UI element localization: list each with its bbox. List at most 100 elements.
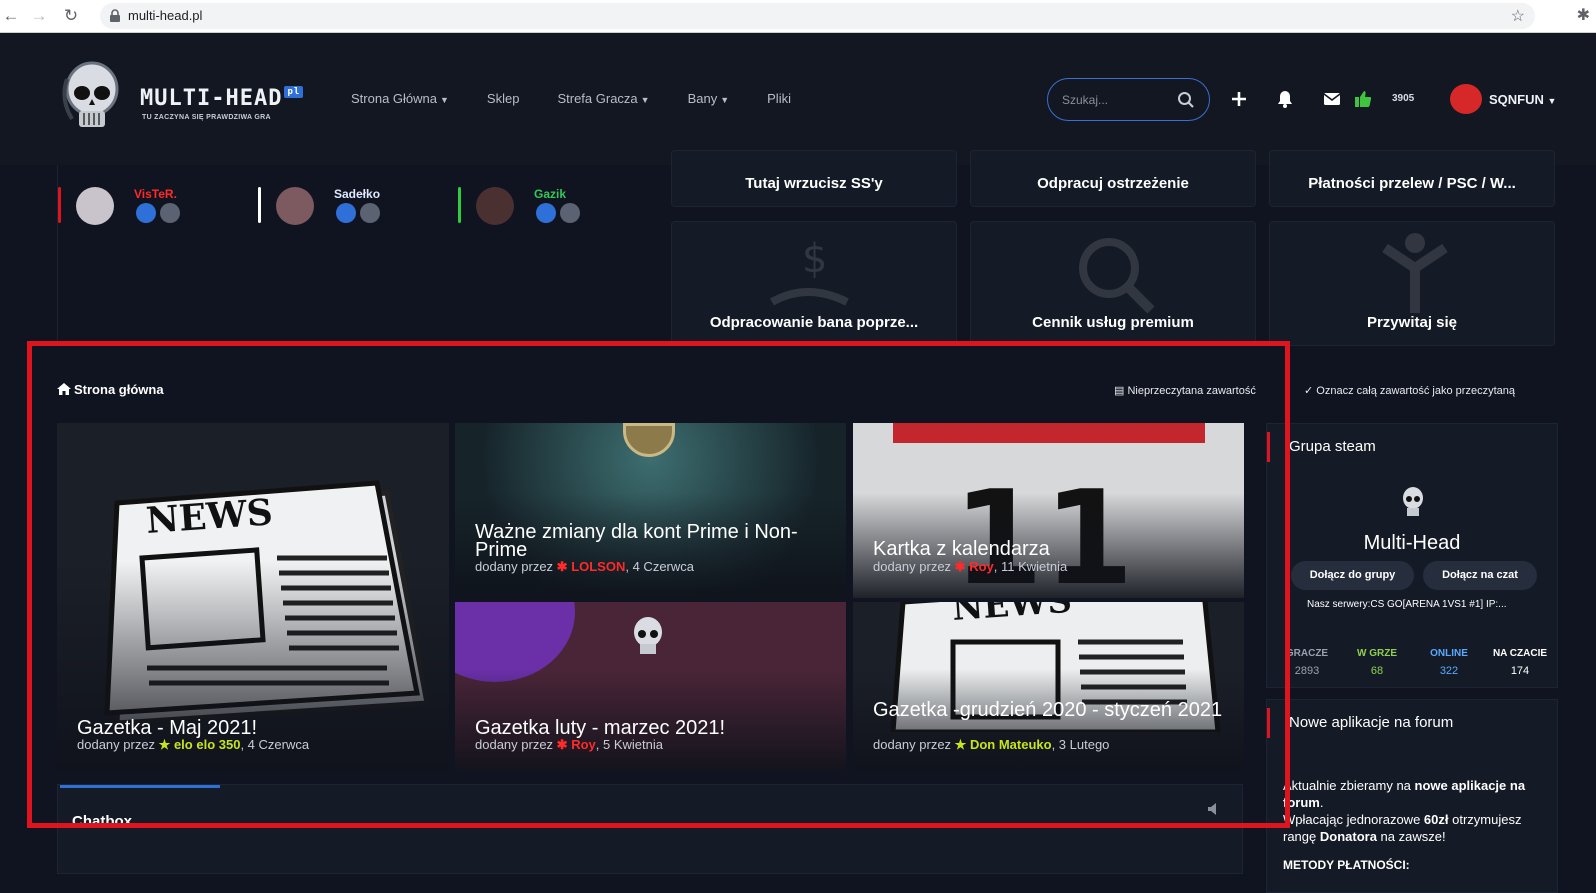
article-card[interactable]: 11 Kartka z kalendarza dodany przez ✱ Ro… <box>853 423 1244 598</box>
user-avatar[interactable] <box>1450 84 1482 114</box>
tile-title: Tutaj wrzucisz SS'y <box>745 175 883 192</box>
steam-icon[interactable] <box>560 203 580 223</box>
avatar[interactable] <box>76 187 114 225</box>
article-title[interactable]: Gazetka - Maj 2021! <box>77 718 257 738</box>
staff-name[interactable]: Sadełko <box>334 187 380 201</box>
money-hand-icon: $ <box>770 236 849 306</box>
avatar[interactable] <box>476 187 514 225</box>
chatbox-panel: Chatbox <box>57 784 1243 874</box>
article-card[interactable]: Ważne zmiany dla kont Prime i Non-Prime … <box>455 423 846 598</box>
author-link[interactable]: ★ Don Mateuko <box>955 737 1052 752</box>
address-bar[interactable]: multi-head.pl ☆ <box>100 3 1535 29</box>
forum-tile[interactable]: Płatności przelew / PSC / W... <box>1269 150 1555 207</box>
mark-all-read-link[interactable]: ✓ Oznacz całą zawartość jako przeczytaną <box>1304 384 1515 397</box>
bookmark-star-icon[interactable]: ☆ <box>1511 6 1525 26</box>
back-icon[interactable]: ← <box>0 5 22 27</box>
tile-title: Odpracowanie bana poprze... <box>709 314 919 331</box>
staff-member[interactable]: Sadełko <box>258 187 448 227</box>
check-icon: ✓ <box>1304 385 1314 397</box>
forum-tile[interactable]: Przywitaj się <box>1269 221 1555 346</box>
breadcrumb[interactable]: Strona główna <box>57 382 164 397</box>
steam-icon[interactable] <box>160 203 180 223</box>
nav-item-player-zone[interactable]: Strefa Gracza ▼ <box>557 91 649 106</box>
author-link[interactable]: ✱ Roy <box>955 559 994 574</box>
lock-icon <box>110 9 120 22</box>
messages-envelope-icon[interactable] <box>1322 89 1342 109</box>
author-link[interactable]: ✱ LOLSON <box>557 559 626 574</box>
steam-description: Nasz serwery:CS GO[ARENA 1VS1 #1] IP:... <box>1307 599 1507 610</box>
extensions-icon[interactable]: ✱ <box>1577 5 1590 25</box>
message-icon[interactable] <box>136 203 156 223</box>
author-link[interactable]: ★ elo elo 350 <box>159 737 241 752</box>
article-meta: dodany przez ✱ Roy, 11 Kwietnia <box>873 559 1068 574</box>
search-box <box>1047 78 1210 121</box>
widget-title: Grupa steam <box>1289 438 1376 455</box>
rank-bar <box>458 187 461 223</box>
article-title[interactable]: Kartka z kalendarza <box>873 539 1050 559</box>
message-icon[interactable] <box>536 203 556 223</box>
rank-bar <box>258 187 261 223</box>
nav-item-home[interactable]: Strona Główna ▼ <box>351 91 449 106</box>
speaker-icon[interactable] <box>1206 801 1222 817</box>
forward-icon[interactable]: → <box>28 5 50 27</box>
logo-badge: pl <box>284 86 304 98</box>
caret-down-icon: ▼ <box>640 95 650 105</box>
staff-member[interactable]: VisTeR. <box>58 187 248 227</box>
caret-down-icon: ▼ <box>720 95 730 105</box>
skull-logo-icon[interactable] <box>62 59 122 141</box>
reputation-thumbs-up-icon[interactable] <box>1353 89 1373 109</box>
site-header: MULTI-HEAD pl TU ZACZYNA SIĘ PRAWDZIWA GR… <box>0 33 1596 165</box>
newspaper-icon: ▤ <box>1114 385 1125 397</box>
forum-tile[interactable]: Cennik usług premium <box>970 221 1256 346</box>
create-plus-icon[interactable] <box>1229 89 1249 109</box>
staff-name[interactable]: Gazik <box>534 187 566 201</box>
article-card[interactable]: NEWS Gazetka - Maj 2021! dodany przez ★ … <box>57 423 449 770</box>
search-icon[interactable] <box>1177 91 1195 109</box>
search-input[interactable] <box>1062 91 1172 109</box>
staff-name[interactable]: VisTeR. <box>134 187 177 201</box>
article-title[interactable]: Gazetka -grudzień 2020 - styczeń 2021 <box>873 700 1223 720</box>
skull-logo-icon <box>634 617 662 654</box>
browser-toolbar: ← → ↻ multi-head.pl ☆ ✱ <box>0 0 1596 33</box>
avatar[interactable] <box>276 187 314 225</box>
article-title[interactable]: Ważne zmiany dla kont Prime i Non-Prime <box>475 522 815 560</box>
staff-member[interactable]: Gazik <box>458 187 648 227</box>
forum-tile[interactable]: $ Odpracowanie bana poprze... <box>671 221 957 346</box>
nav-item-shop[interactable]: Sklep <box>487 91 520 106</box>
message-icon[interactable] <box>336 203 356 223</box>
calendar-header <box>893 423 1205 443</box>
nav-item-bans[interactable]: Bany ▼ <box>688 91 730 106</box>
widget-title: Nowe aplikacje na forum <box>1289 714 1454 731</box>
article-title[interactable]: Gazetka luty - marzec 2021! <box>475 718 725 738</box>
unread-content-link[interactable]: ▤ Nieprzeczytana zawartość <box>1114 384 1256 397</box>
svg-text:NEWS: NEWS <box>145 491 274 542</box>
join-chat-button[interactable]: Dołącz na czat <box>1423 561 1537 590</box>
site-logo-text[interactable]: MULTI-HEAD pl <box>140 86 304 111</box>
forum-tile[interactable]: Odpracuj ostrzeżenie <box>970 150 1256 207</box>
reload-icon[interactable]: ↻ <box>60 5 82 27</box>
staff-online-panel: VisTeR. Sadełko Gazik <box>57 165 657 343</box>
chatbox-loading-bar <box>60 785 220 788</box>
author-link[interactable]: ✱ Roy <box>557 737 596 752</box>
caret-down-icon: ▼ <box>440 95 449 105</box>
nav-item-files[interactable]: Pliki <box>767 91 791 106</box>
rank-bar <box>58 187 61 223</box>
user-menu[interactable]: SQNFUN ▼ <box>1489 92 1556 107</box>
steam-group-name: Multi-Head <box>1363 532 1461 554</box>
article-card[interactable]: Gazetka luty - marzec 2021! dodany przez… <box>455 602 846 770</box>
price-search-icon <box>1079 238 1155 314</box>
url-text: multi-head.pl <box>128 8 203 23</box>
steam-icon[interactable] <box>360 203 380 223</box>
steam-group-widget: Grupa steam Multi-Head Dołącz do grupy D… <box>1266 423 1558 688</box>
join-group-button[interactable]: Dołącz do grupy <box>1291 561 1414 590</box>
tile-title: Przywitaj się <box>1366 314 1458 331</box>
main-navigation: Strona Główna ▼ Sklep Strefa Gracza ▼ Bany… <box>351 91 829 106</box>
new-apps-widget: Nowe aplikacje na forum Aktualnie zbiera… <box>1266 699 1558 893</box>
article-meta: dodany przez ✱ LOLSON, 4 Czerwca <box>475 559 694 574</box>
forum-tile[interactable]: Tutaj wrzucisz SS'y <box>671 150 957 207</box>
stat-in-chat: NA CZACIE 174 <box>1492 648 1548 677</box>
notifications-bell-icon[interactable] <box>1275 89 1295 109</box>
payment-methods-label: METODY PŁATNOŚCI: <box>1283 858 1410 872</box>
article-card[interactable]: NEWS Gazetka -grudzień 2020 - styczeń 20… <box>853 602 1244 770</box>
steam-group-avatar <box>1403 487 1423 516</box>
